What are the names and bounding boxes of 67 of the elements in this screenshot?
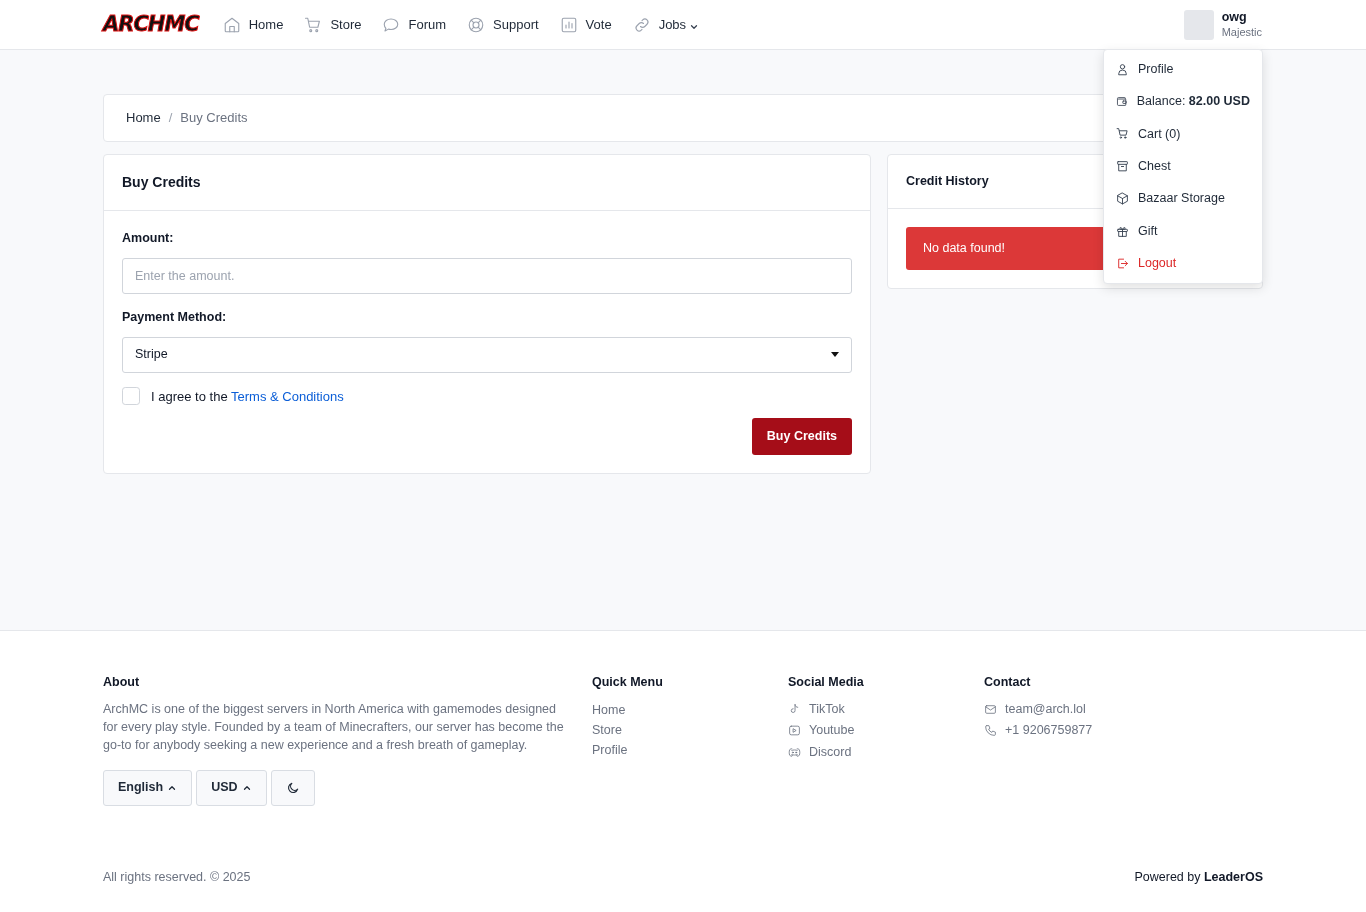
card-title: Credit History	[906, 173, 990, 190]
cart-icon	[304, 15, 323, 34]
logout-icon	[1116, 257, 1129, 271]
buy-credits-button[interactable]: Buy Credits	[751, 418, 852, 455]
moon-icon	[285, 780, 300, 795]
powered-by-text: Powered by LeaderOS	[1134, 868, 1263, 886]
social-link[interactable]: Discord	[788, 742, 852, 762]
card-title: Buy Credits	[122, 173, 202, 192]
caret-icon	[831, 352, 839, 357]
contact-link[interactable]: team@arch.lol	[984, 699, 1086, 719]
social-link[interactable]: TikTok	[788, 699, 845, 719]
mail-icon	[984, 702, 997, 716]
amount-input[interactable]: Enter the amount.	[122, 257, 852, 294]
wallet-icon	[1116, 95, 1128, 109]
footer-link[interactable]: Profile	[592, 740, 628, 760]
footer-link[interactable]: Store	[592, 720, 622, 740]
footer-link[interactable]: Home	[592, 700, 626, 720]
terms-link[interactable]: Terms & Conditions	[231, 388, 344, 404]
tiktok-icon	[788, 702, 801, 716]
agree-checkbox[interactable]	[122, 387, 140, 406]
social-link[interactable]: Youtube	[788, 721, 855, 741]
bar-chart-icon	[559, 15, 578, 34]
archive-box-icon	[1116, 159, 1129, 173]
footer-heading: Contact	[984, 674, 1032, 691]
user-icon	[1116, 62, 1129, 76]
speech-bubble-icon	[382, 15, 401, 34]
logo[interactable]: ARCHMC	[103, 8, 199, 41]
nav-link[interactable]: Forum	[382, 14, 447, 35]
footer-heading: Social Media	[788, 674, 865, 691]
gift-icon	[1116, 224, 1129, 238]
link-icon	[632, 15, 651, 34]
phone-icon	[984, 724, 997, 738]
theme-toggle-button[interactable]	[270, 769, 315, 806]
breadcrumb-current: Buy Credits	[180, 109, 248, 128]
payment-method-select[interactable]: Stripe	[122, 336, 852, 373]
user-name[interactable]: owg	[1221, 9, 1262, 25]
nav-link[interactable]: Support	[467, 14, 539, 35]
play-icon	[788, 724, 801, 738]
menu-item[interactable]: Bazaar Storage	[1104, 182, 1262, 215]
nav-link[interactable]: Vote	[559, 14, 612, 35]
user-rank: Majestic	[1221, 24, 1262, 40]
avatar[interactable]	[1183, 9, 1214, 40]
language-button[interactable]: English	[103, 769, 193, 806]
agree-text: I agree to the Terms & Conditions	[151, 387, 344, 406]
copyright-text: All rights reserved. © 2025	[103, 869, 251, 887]
breadcrumb-separator: /	[168, 109, 173, 128]
field-label: Amount:	[122, 230, 175, 247]
footer-heading: Quick Menu	[592, 674, 664, 691]
menu-item[interactable]: Balance: 82.00 USD	[1104, 85, 1262, 118]
about-text: ArchMC is one of the biggest servers in North America with gamemodes designed for every play style. Founded by a team of Minecrafters, our server has become the go-to for anybody seeking a new experience and a fresh breath of gameplay.	[103, 700, 565, 754]
nav-link[interactable]: Store	[304, 14, 362, 35]
menu-item[interactable]: Chest	[1104, 150, 1262, 183]
gamepad-icon	[788, 745, 801, 759]
leaderos-link[interactable]: LeaderOS	[1203, 869, 1263, 884]
home-icon	[222, 15, 241, 34]
currency-button[interactable]: USD	[196, 769, 267, 806]
menu-item[interactable]: Profile	[1104, 53, 1262, 86]
footer-heading: About	[103, 674, 141, 691]
nav-link[interactable]: Home	[222, 14, 284, 35]
contact-link[interactable]: +1 9206759877	[984, 721, 1093, 741]
breadcrumb-link[interactable]: Home	[126, 108, 161, 128]
menu-item[interactable]: Cart (0)	[1104, 117, 1262, 151]
cart-icon	[1116, 127, 1129, 141]
field-label: Payment Method:	[122, 308, 228, 326]
lifebuoy-icon	[467, 15, 486, 34]
nav-link[interactable]: Jobs	[632, 14, 700, 35]
cube-icon	[1116, 192, 1129, 206]
